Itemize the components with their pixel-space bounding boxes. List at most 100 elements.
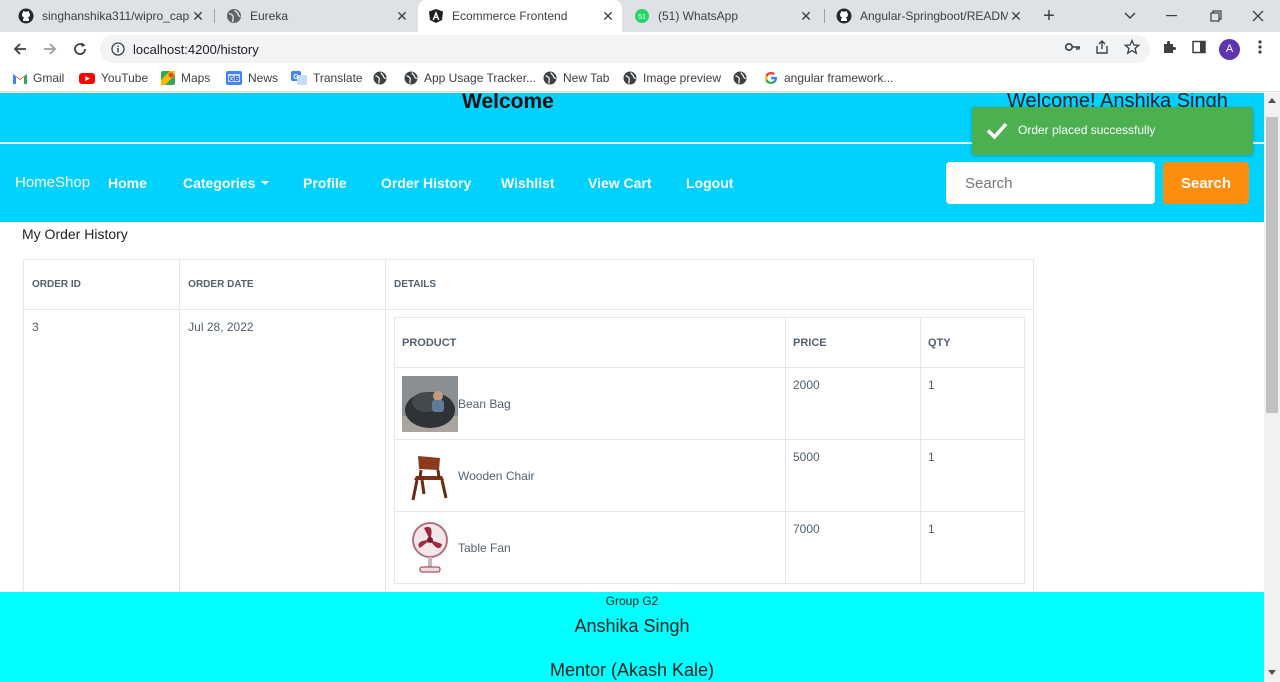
order-history-table: ORDER ID ORDER DATE DETAILS 3 Jul 28, 20… xyxy=(22,259,1034,593)
close-icon[interactable]: ✕ xyxy=(190,8,206,25)
bookmark-label: angular framework... xyxy=(784,71,894,85)
bookmark-globe[interactable] xyxy=(373,71,393,85)
column-header: ORDER DATE xyxy=(179,259,386,310)
bookmark-label: Image preview xyxy=(643,71,722,85)
table-header-row: ORDER ID ORDER DATE DETAILS xyxy=(22,259,1034,310)
address-bar[interactable]: localhost:4200/history xyxy=(100,35,1150,63)
product-cell: Table Fan xyxy=(394,511,786,584)
browser-tab[interactable]: 51 (51) WhatsApp ✕ xyxy=(624,0,820,32)
column-header: ORDER ID xyxy=(22,259,181,310)
star-icon[interactable] xyxy=(1123,38,1141,56)
nav-link-order-history[interactable]: Order History xyxy=(381,175,471,191)
nav-link-view-cart[interactable]: View Cart xyxy=(588,175,652,191)
close-icon[interactable]: ✕ xyxy=(798,8,814,25)
wooden-chair-image xyxy=(402,447,458,504)
main-navbar: HomeShop Home Categories Profile Order H… xyxy=(0,144,1264,222)
order-date-cell: Jul 28, 2022 xyxy=(179,309,386,593)
bookmark-angular-framework[interactable]: angular framework... xyxy=(764,71,893,85)
bookmark-label: YouTube xyxy=(101,71,149,85)
product-cell: Wooden Chair xyxy=(394,439,786,512)
scroll-down-arrow-icon[interactable] xyxy=(1268,670,1276,675)
search-input[interactable] xyxy=(946,162,1155,204)
table-fan-image xyxy=(402,519,458,576)
bookmark-image-preview[interactable]: Image preview xyxy=(623,71,721,85)
back-arrow-icon[interactable] xyxy=(8,37,32,61)
brand-logo-link[interactable]: HomeShop xyxy=(15,174,90,191)
page-scrollbar[interactable] xyxy=(1264,93,1280,682)
maps-icon xyxy=(161,71,175,85)
bookmark-youtube[interactable]: YouTube xyxy=(79,71,148,85)
scroll-up-arrow-icon[interactable] xyxy=(1268,98,1276,103)
nav-link-categories[interactable]: Categories xyxy=(183,175,270,191)
restore-button[interactable] xyxy=(1194,0,1238,32)
scrollbar-thumb[interactable] xyxy=(1266,117,1278,413)
globe-icon xyxy=(226,8,242,24)
browser-toolbar: localhost:4200/history xyxy=(0,32,1280,66)
qty-cell: 1 xyxy=(920,511,1025,584)
success-toast[interactable]: Order placed successfully xyxy=(972,107,1253,155)
close-icon[interactable]: ✕ xyxy=(1008,8,1024,25)
key-icon[interactable] xyxy=(1064,38,1082,56)
qty-cell: 1 xyxy=(920,439,1025,512)
globe-icon xyxy=(543,71,557,85)
browser-tab[interactable]: singhanshika311/wipro_caps ✕ xyxy=(8,0,212,32)
table-row: 3 Jul 28, 2022 PRODUCT PRICE QTY Bean Ba… xyxy=(22,309,1034,593)
checkmark-icon xyxy=(986,119,1008,146)
youtube-icon xyxy=(79,71,95,85)
bookmark-news[interactable]: GB News xyxy=(226,71,278,85)
bookmark-label: News xyxy=(248,71,279,85)
items-header-row: PRODUCT PRICE QTY xyxy=(394,317,1025,368)
nav-link-profile[interactable]: Profile xyxy=(303,175,347,191)
bookmark-gmail[interactable]: Gmail xyxy=(13,71,64,85)
nav-link-logout[interactable]: Logout xyxy=(686,175,733,191)
bookmark-label: New Tab xyxy=(563,71,610,85)
page-title: My Order History xyxy=(22,226,128,242)
close-icon[interactable]: ✕ xyxy=(600,8,616,25)
table-row: Table Fan 7000 1 xyxy=(394,511,1025,584)
tab-title: Ecommerce Frontend xyxy=(452,9,568,23)
footer-mentor: Mentor (Akash Kale) xyxy=(549,660,715,680)
order-details-cell: PRODUCT PRICE QTY Bean Bag 2000 1 Wooden… xyxy=(385,309,1034,593)
column-header: QTY xyxy=(920,317,1025,368)
gmail-icon xyxy=(13,71,27,85)
table-row: Bean Bag 2000 1 xyxy=(394,367,1025,440)
close-window-button[interactable] xyxy=(1236,0,1280,32)
tab-search-icon[interactable] xyxy=(1108,0,1152,32)
browser-tab[interactable]: Angular-Springboot/READM ✕ xyxy=(826,0,1030,32)
info-icon[interactable] xyxy=(111,42,125,61)
nav-link-home[interactable]: Home xyxy=(108,175,147,191)
minimize-button[interactable] xyxy=(1150,0,1194,32)
bookmark-new-tab[interactable]: New Tab xyxy=(543,71,609,85)
price-cell: 5000 xyxy=(785,439,921,512)
price-cell: 2000 xyxy=(785,367,921,440)
bookmark-label: Maps xyxy=(181,71,211,85)
tab-title: Angular-Springboot/READM xyxy=(860,9,1008,23)
news-icon: GB xyxy=(226,71,242,85)
bookmark-translate[interactable]: G Translate xyxy=(291,71,363,85)
new-tab-button[interactable]: + xyxy=(1038,4,1060,28)
column-header: PRODUCT xyxy=(394,317,786,368)
bookmark-app-usage-tracker[interactable]: App Usage Tracker... xyxy=(404,71,536,85)
bookmark-label: App Usage Tracker... xyxy=(424,71,537,85)
more-menu-icon[interactable] xyxy=(1251,38,1269,56)
product-name: Table Fan xyxy=(458,540,511,555)
reload-icon[interactable] xyxy=(68,37,92,61)
extensions-icon[interactable] xyxy=(1160,38,1178,56)
close-icon[interactable]: ✕ xyxy=(394,8,410,25)
bean-bag-image xyxy=(402,375,458,432)
tab-separator xyxy=(824,9,825,23)
globe-icon xyxy=(733,71,747,85)
nav-link-wishlist[interactable]: Wishlist xyxy=(501,175,555,191)
browser-tab-active[interactable]: Ecommerce Frontend ✕ xyxy=(418,0,622,32)
search-button[interactable]: Search xyxy=(1163,162,1249,204)
page-viewport: Welcome Welcome! Anshika Singh HomeShop … xyxy=(0,93,1264,682)
bookmark-maps[interactable]: Maps xyxy=(161,71,210,85)
forward-arrow-icon[interactable] xyxy=(38,37,62,61)
tab-title: Eureka xyxy=(250,9,289,23)
globe-icon xyxy=(623,71,637,85)
bookmark-globe[interactable] xyxy=(733,71,753,85)
share-icon[interactable] xyxy=(1093,38,1111,56)
browser-tab[interactable]: Eureka ✕ xyxy=(216,0,416,32)
side-panel-icon[interactable] xyxy=(1190,38,1208,56)
profile-avatar[interactable]: A xyxy=(1219,39,1240,60)
